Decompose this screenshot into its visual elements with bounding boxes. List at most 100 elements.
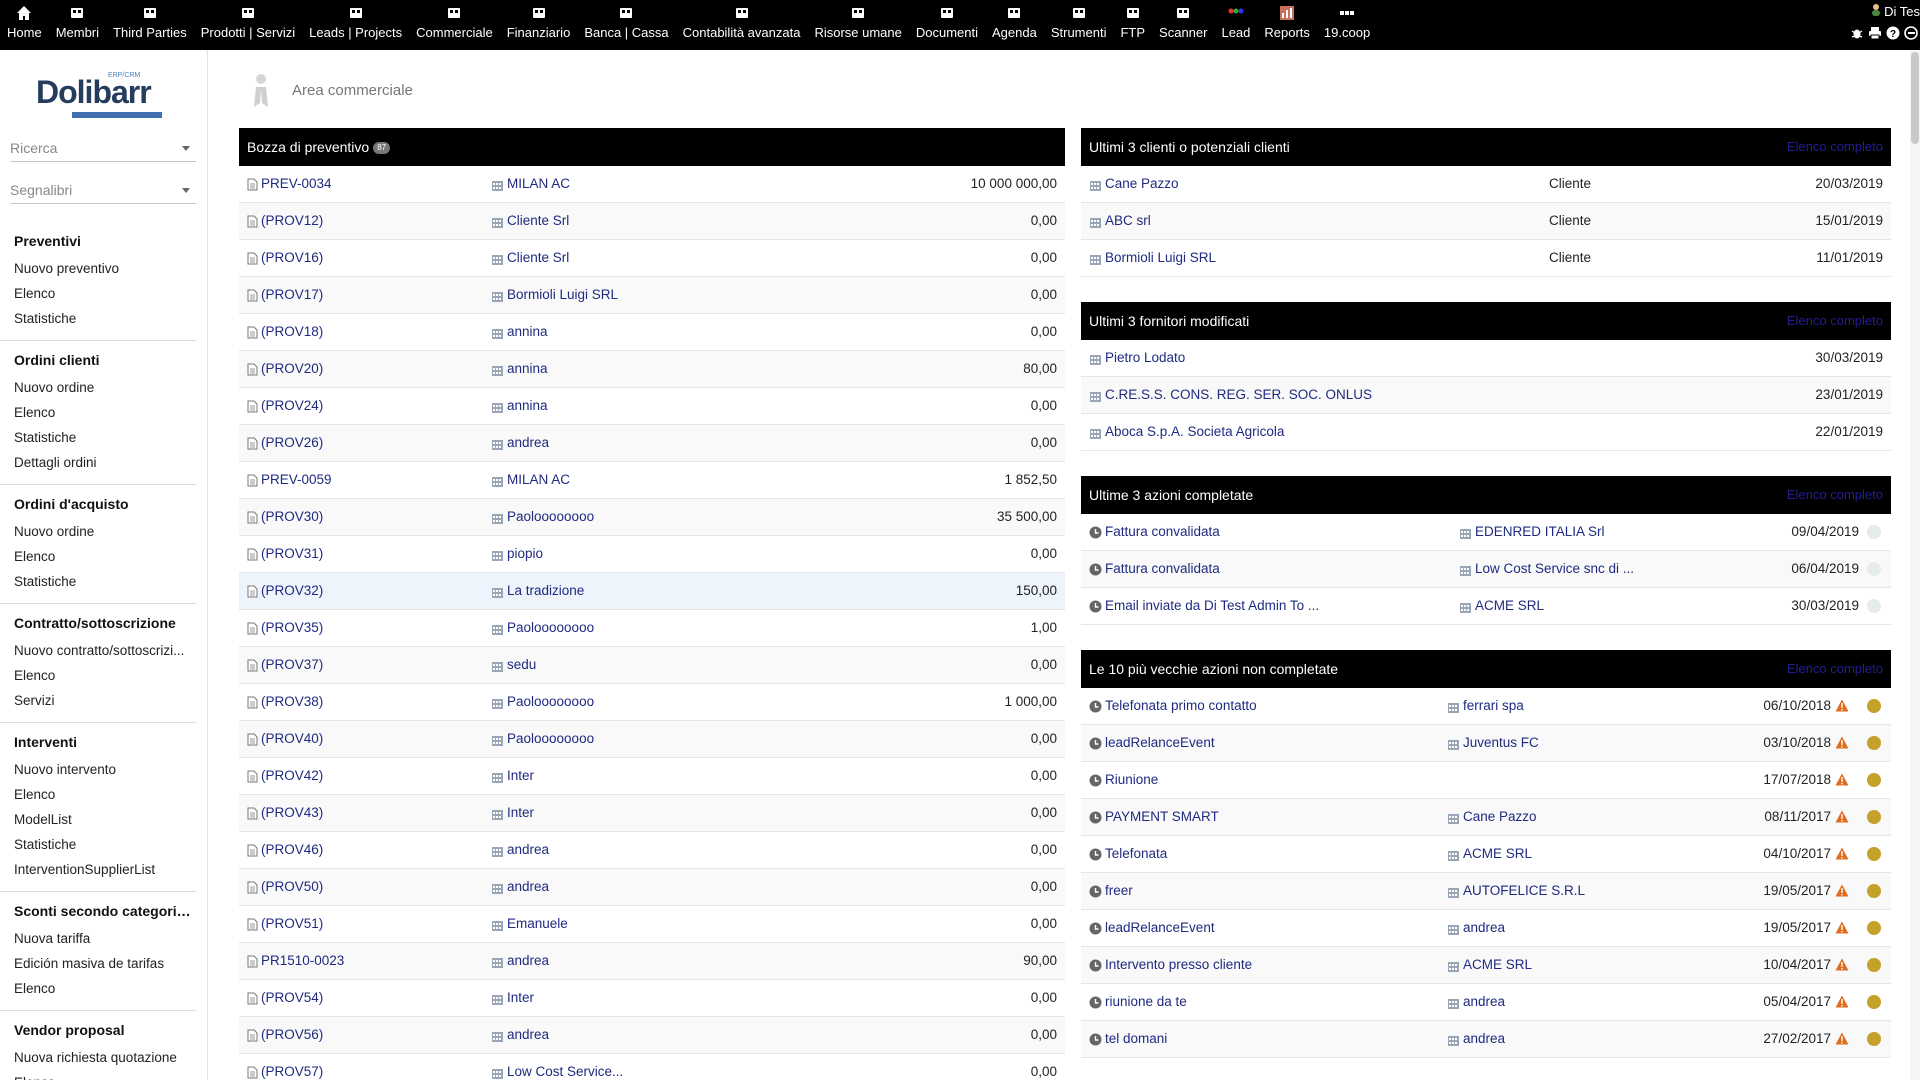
sidebar-link[interactable]: Nuovo intervento: [14, 757, 196, 782]
company-link[interactable]: Cane Pazzo: [1447, 799, 1667, 835]
table-row[interactable]: (PROV51) Emanuele 0,00: [239, 906, 1065, 943]
table-row[interactable]: PAYMENT SMART Cane Pazzo 08/11/2017: [1081, 799, 1891, 836]
table-row[interactable]: (PROV20) annina 80,00: [239, 351, 1065, 388]
table-row[interactable]: (PROV46) andrea 0,00: [239, 832, 1065, 869]
action-link[interactable]: Riunione: [1089, 762, 1429, 798]
table-row[interactable]: Pietro Lodato 30/03/2019: [1081, 340, 1891, 377]
company-link[interactable]: annina: [491, 388, 751, 424]
proposal-ref-link[interactable]: (PROV50): [247, 869, 477, 905]
company-link[interactable]: MILAN AC: [491, 462, 751, 498]
sidebar-link[interactable]: Statistiche: [14, 306, 196, 331]
table-row[interactable]: Intervento presso cliente ACME SRL 10/04/2…: [1081, 947, 1891, 984]
sidebar-link[interactable]: InterventionSupplierList: [14, 857, 196, 882]
menu-item-finance[interactable]: Finanziario: [500, 0, 578, 50]
table-row[interactable]: PR1510-0023 andrea 90,00: [239, 943, 1065, 980]
table-row[interactable]: Aboca S.p.A. Societa Agricola 22/01/2019: [1081, 414, 1891, 451]
action-link[interactable]: riunione da te: [1089, 984, 1429, 1020]
proposal-ref-link[interactable]: (PROV17): [247, 277, 477, 313]
menu-item-coop[interactable]: 19.coop: [1317, 0, 1377, 50]
company-link[interactable]: andrea: [1447, 1021, 1667, 1057]
table-row[interactable]: C.RE.S.S. CONS. REG. SER. SOC. ONLUS 23/0…: [1081, 377, 1891, 414]
sidebar-link[interactable]: Nuovo contratto/sottoscrizi...: [14, 638, 196, 663]
proposal-ref-link[interactable]: PREV-0034: [247, 166, 477, 202]
table-row[interactable]: Fattura convalidata EDENRED ITALIA Srl 09/…: [1081, 514, 1891, 551]
menu-item-reports[interactable]: Reports: [1257, 0, 1317, 50]
proposal-ref-link[interactable]: (PROV31): [247, 536, 477, 572]
proposal-ref-link[interactable]: (PROV26): [247, 425, 477, 461]
dolibarr-logo[interactable]: Dolibarr ERP/CRM: [36, 72, 172, 118]
company-link[interactable]: ferrari spa: [1447, 688, 1667, 724]
table-row[interactable]: riunione da te andrea 05/04/2017: [1081, 984, 1891, 1021]
proposal-ref-link[interactable]: (PROV40): [247, 721, 477, 757]
action-link[interactable]: freer: [1089, 873, 1429, 909]
table-row[interactable]: Telefonata ACME SRL 04/10/2017: [1081, 836, 1891, 873]
sidebar-link[interactable]: Statistiche: [14, 425, 196, 450]
table-row[interactable]: Riunione 17/07/2018: [1081, 762, 1891, 799]
company-link[interactable]: Bormioli Luigi SRL: [491, 277, 751, 313]
action-link[interactable]: Fattura convalidata: [1089, 551, 1429, 587]
table-row[interactable]: (PROV18) annina 0,00: [239, 314, 1065, 351]
company-link[interactable]: andrea: [491, 832, 751, 868]
print-icon[interactable]: [1868, 26, 1882, 40]
menu-item-tools[interactable]: Strumenti: [1044, 0, 1114, 50]
table-row[interactable]: Email inviate da Di Test Admin To ... ACM…: [1081, 588, 1891, 625]
table-row[interactable]: (PROV42) Inter 0,00: [239, 758, 1065, 795]
company-link[interactable]: andrea: [1447, 984, 1667, 1020]
company-link[interactable]: annina: [491, 351, 751, 387]
table-row[interactable]: PREV-0059 MILAN AC 1 852,50: [239, 462, 1065, 499]
done-actions-full-list-link[interactable]: Elenco completo: [1787, 476, 1883, 514]
table-row[interactable]: leadRelanceEvent andrea 19/05/2017: [1081, 910, 1891, 947]
company-link[interactable]: Inter: [491, 980, 751, 1016]
table-row[interactable]: (PROV12) Cliente Srl 0,00: [239, 203, 1065, 240]
menu-item-ftp[interactable]: FTP: [1113, 0, 1152, 50]
bookmarks-dropdown[interactable]: Segnalibri: [10, 176, 196, 204]
logout-icon[interactable]: [1904, 26, 1918, 40]
sidebar-link[interactable]: Elenco: [14, 663, 196, 688]
sidebar-link[interactable]: Nuova richiesta quotazione: [14, 1045, 196, 1070]
company-link[interactable]: ACME SRL: [1447, 947, 1667, 983]
sidebar-link[interactable]: Statistiche: [14, 569, 196, 594]
company-link[interactable]: ACME SRL: [1447, 836, 1667, 872]
proposal-ref-link[interactable]: (PROV12): [247, 203, 477, 239]
company-link[interactable]: Paoloooooooo: [491, 684, 751, 720]
sidebar-section-title[interactable]: Preventivi: [14, 230, 196, 256]
menu-item-projects[interactable]: Leads | Projects: [302, 0, 409, 50]
proposal-ref-link[interactable]: (PROV24): [247, 388, 477, 424]
company-link[interactable]: Cliente Srl: [491, 240, 751, 276]
sidebar-section-title[interactable]: Vendor proposal: [14, 1019, 196, 1045]
action-link[interactable]: Telefonata primo contatto: [1089, 688, 1429, 724]
table-row[interactable]: (PROV54) Inter 0,00: [239, 980, 1065, 1017]
scrollbar-thumb[interactable]: [1911, 52, 1919, 144]
table-row[interactable]: (PROV26) andrea 0,00: [239, 425, 1065, 462]
company-link[interactable]: Cliente Srl: [491, 203, 751, 239]
sidebar-link[interactable]: Elenco: [14, 976, 196, 1001]
proposal-ref-link[interactable]: (PROV46): [247, 832, 477, 868]
proposal-ref-link[interactable]: (PROV20): [247, 351, 477, 387]
company-link[interactable]: MILAN AC: [491, 166, 751, 202]
company-link[interactable]: Inter: [491, 795, 751, 831]
user-menu[interactable]: Di Tes: [1871, 4, 1920, 19]
sidebar-link[interactable]: Servizi: [14, 688, 196, 713]
company-link[interactable]: andrea: [491, 869, 751, 905]
table-row[interactable]: (PROV16) Cliente Srl 0,00: [239, 240, 1065, 277]
table-row[interactable]: (PROV50) andrea 0,00: [239, 869, 1065, 906]
table-row[interactable]: Telefonata primo contatto ferrari spa 06/1…: [1081, 688, 1891, 725]
proposal-ref-link[interactable]: (PROV32): [247, 573, 477, 609]
company-link[interactable]: Emanuele: [491, 906, 751, 942]
action-link[interactable]: Fattura convalidata: [1089, 514, 1429, 550]
sidebar-link[interactable]: Elenco: [14, 1070, 196, 1080]
sidebar-section-title[interactable]: Ordini clienti: [14, 349, 196, 375]
table-row[interactable]: (PROV24) annina 0,00: [239, 388, 1065, 425]
todo-actions-full-list-link[interactable]: Elenco completo: [1787, 650, 1883, 688]
company-link[interactable]: Low Cost Service snc di ...: [1459, 551, 1659, 587]
proposal-ref-link[interactable]: (PROV57): [247, 1054, 477, 1080]
table-row[interactable]: ABC srl Cliente 15/01/2019: [1081, 203, 1891, 240]
sidebar-section-title[interactable]: Ordini d'acquisto: [14, 493, 196, 519]
sidebar-link[interactable]: Elenco: [14, 544, 196, 569]
action-link[interactable]: leadRelanceEvent: [1089, 910, 1429, 946]
sidebar-link[interactable]: Nuovo preventivo: [14, 256, 196, 281]
sidebar-link[interactable]: Statistiche: [14, 832, 196, 857]
sidebar-link[interactable]: Elenco: [14, 281, 196, 306]
sidebar-link[interactable]: Elenco: [14, 782, 196, 807]
proposal-ref-link[interactable]: (PROV56): [247, 1017, 477, 1053]
